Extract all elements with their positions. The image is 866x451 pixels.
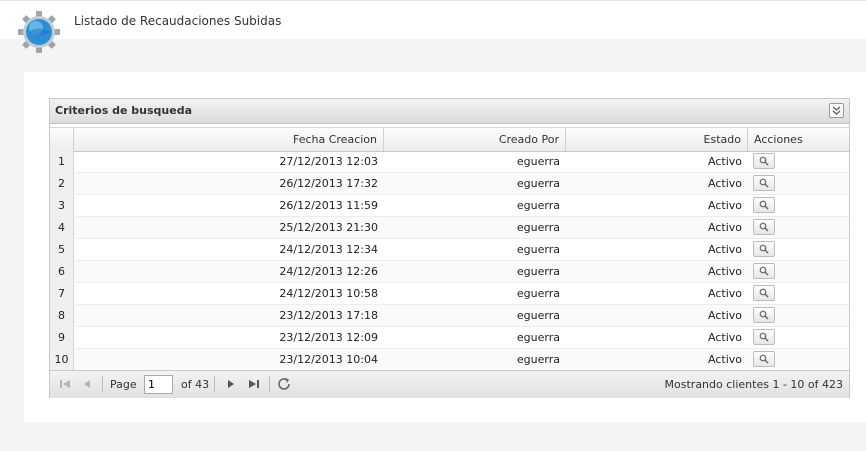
cell-estado: Activo <box>708 331 742 344</box>
page-title: Listado de Recaudaciones Subidas <box>74 14 282 28</box>
table-row[interactable]: 7 24/12/2013 10:58 eguerra Activo <box>50 283 849 305</box>
cell-estado: Activo <box>708 177 742 190</box>
cell-estado: Activo <box>708 221 742 234</box>
refresh-icon[interactable] <box>276 376 292 392</box>
table-row[interactable]: 8 23/12/2013 17:18 eguerra Activo <box>50 305 849 327</box>
cell-estado: Activo <box>708 353 742 366</box>
cell-creado-por: eguerra <box>516 265 560 278</box>
column-header-fecha[interactable]: Fecha Creacion <box>74 128 384 151</box>
cell-estado: Activo <box>708 243 742 256</box>
cell-acciones <box>748 349 848 370</box>
cell-fecha-creacion: 26/12/2013 11:59 <box>279 199 378 212</box>
row-number: 10 <box>50 349 74 370</box>
cell-fecha-creacion: 23/12/2013 10:04 <box>279 353 378 366</box>
row-number: 2 <box>50 173 74 194</box>
double-chevron-down-icon[interactable] <box>829 103 844 118</box>
table-row[interactable]: 5 24/12/2013 12:34 eguerra Activo <box>50 239 849 261</box>
column-header-estado[interactable]: Estado <box>566 128 748 151</box>
cell-fecha-creacion: 23/12/2013 17:18 <box>279 309 378 322</box>
table-row[interactable]: 1 27/12/2013 12:03 eguerra Activo <box>50 151 849 173</box>
cell-acciones <box>748 261 848 282</box>
column-header-acciones[interactable]: Acciones <box>748 128 849 151</box>
cell-creado-por: eguerra <box>516 199 560 212</box>
cell-acciones <box>748 239 848 260</box>
table-row[interactable]: 4 25/12/2013 21:30 eguerra Activo <box>50 217 849 239</box>
magnifier-icon[interactable] <box>753 153 775 169</box>
cell-estado: Activo <box>708 199 742 212</box>
paging-status: Mostrando clientes 1 - 10 of 423 <box>664 378 843 391</box>
cell-acciones <box>748 195 848 216</box>
table-row[interactable]: 9 23/12/2013 12:09 eguerra Activo <box>50 327 849 349</box>
cell-estado: Activo <box>708 309 742 322</box>
cell-creado-por: eguerra <box>516 177 560 190</box>
magnifier-icon[interactable] <box>753 219 775 235</box>
page-label: Page <box>110 378 137 391</box>
rownum-header <box>50 128 74 151</box>
table-row[interactable]: 3 26/12/2013 11:59 eguerra Activo <box>50 195 849 217</box>
cell-estado: Activo <box>708 155 742 168</box>
toolbar-separator <box>269 376 270 392</box>
cell-fecha-creacion: 25/12/2013 21:30 <box>279 221 378 234</box>
cell-fecha-creacion: 24/12/2013 10:58 <box>279 287 378 300</box>
cell-acciones <box>748 327 848 348</box>
cell-creado-por: eguerra <box>516 243 560 256</box>
next-page-icon[interactable] <box>224 376 238 392</box>
cell-creado-por: eguerra <box>516 353 560 366</box>
magnifier-icon[interactable] <box>753 329 775 345</box>
cell-acciones <box>748 217 848 238</box>
cell-creado-por: eguerra <box>516 309 560 322</box>
cell-creado-por: eguerra <box>516 155 560 168</box>
grid-body: 1 27/12/2013 12:03 eguerra Activo 2 26/12/201… <box>50 151 849 371</box>
cell-acciones <box>748 151 848 172</box>
cell-estado: Activo <box>708 265 742 278</box>
cell-acciones <box>748 173 848 194</box>
magnifier-icon[interactable] <box>753 263 775 279</box>
magnifier-icon[interactable] <box>753 175 775 191</box>
page-number-input[interactable] <box>144 375 173 394</box>
cell-fecha-creacion: 27/12/2013 12:03 <box>279 155 378 168</box>
page-count-label: of 43 <box>181 378 210 391</box>
top-bar: Listado de Recaudaciones Subidas <box>0 0 866 53</box>
row-number: 9 <box>50 327 74 348</box>
grid-header: Fecha Creacion Creado Por Estado Accione… <box>50 127 849 152</box>
results-panel: Criterios de busqueda Fecha Creacion Cre… <box>49 98 850 398</box>
table-row[interactable]: 6 24/12/2013 12:26 eguerra Activo <box>50 261 849 283</box>
row-number: 6 <box>50 261 74 282</box>
cell-acciones <box>748 283 848 304</box>
cell-creado-por: eguerra <box>516 287 560 300</box>
row-number: 5 <box>50 239 74 260</box>
globe-gear-icon <box>18 11 60 53</box>
row-number: 8 <box>50 305 74 326</box>
cell-acciones <box>748 305 848 326</box>
toolbar-separator <box>214 376 215 392</box>
first-page-icon[interactable] <box>58 376 72 392</box>
magnifier-icon[interactable] <box>753 241 775 257</box>
magnifier-icon[interactable] <box>753 197 775 213</box>
magnifier-icon[interactable] <box>753 307 775 323</box>
table-row[interactable]: 2 26/12/2013 17:32 eguerra Activo <box>50 173 849 195</box>
toolbar-separator <box>102 376 103 392</box>
row-number: 3 <box>50 195 74 216</box>
table-row[interactable]: 10 23/12/2013 10:04 eguerra Activo <box>50 349 849 371</box>
paging-toolbar: Page of 43 Mostrando clientes 1 - 10 of … <box>50 370 849 398</box>
row-number: 7 <box>50 283 74 304</box>
cell-fecha-creacion: 24/12/2013 12:26 <box>279 265 378 278</box>
last-page-icon[interactable] <box>247 376 261 392</box>
cell-creado-por: eguerra <box>516 331 560 344</box>
magnifier-icon[interactable] <box>753 351 775 367</box>
magnifier-icon[interactable] <box>753 285 775 301</box>
cell-fecha-creacion: 26/12/2013 17:32 <box>279 177 378 190</box>
row-number: 1 <box>50 151 74 172</box>
row-number: 4 <box>50 217 74 238</box>
panel-header: Criterios de busqueda <box>50 99 849 124</box>
cell-estado: Activo <box>708 287 742 300</box>
column-header-creado[interactable]: Creado Por <box>384 128 566 151</box>
cell-fecha-creacion: 24/12/2013 12:34 <box>279 243 378 256</box>
panel-title: Criterios de busqueda <box>55 104 192 117</box>
cell-creado-por: eguerra <box>516 221 560 234</box>
prev-page-icon[interactable] <box>80 376 94 392</box>
cell-fecha-creacion: 23/12/2013 12:09 <box>279 331 378 344</box>
